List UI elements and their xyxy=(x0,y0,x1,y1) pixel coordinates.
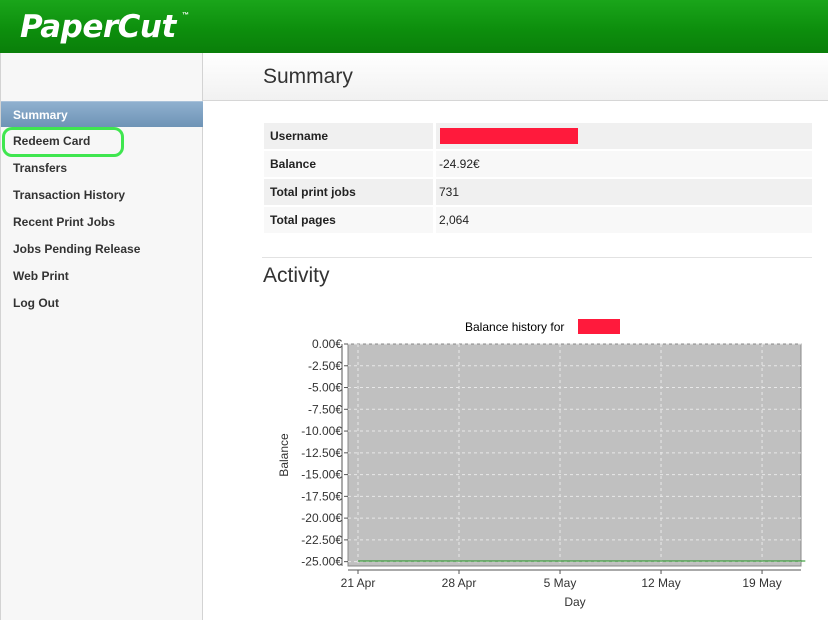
y-tick-label: -2.50€ xyxy=(308,359,342,373)
x-tick-label: 28 Apr xyxy=(442,576,477,590)
sidebar-item-log-out[interactable]: Log Out xyxy=(1,290,203,316)
redeem-card-highlight-annotation xyxy=(2,127,124,157)
y-tick-label: -7.50€ xyxy=(308,402,342,416)
x-tick-label: 19 May xyxy=(742,576,781,590)
x-tick-label: 21 Apr xyxy=(341,576,376,590)
sidebar-item-jobs-pending-release[interactable]: Jobs Pending Release xyxy=(1,236,203,262)
activity-heading: Activity xyxy=(263,264,330,287)
header-bar: PaperCut ™ xyxy=(0,0,828,53)
y-tick-label: -17.50€ xyxy=(301,489,342,503)
balance-history-chart: Balance history for 0.00€ -2.50€ -5.00€ -7.5… xyxy=(277,319,806,609)
trademark-mark: ™ xyxy=(182,12,189,19)
y-tick-label: -20.00€ xyxy=(301,511,342,525)
y-tick-label: -22.50€ xyxy=(301,533,342,547)
sidebar-item-web-print[interactable]: Web Print xyxy=(1,263,203,289)
y-tick-label: -5.00€ xyxy=(308,381,342,395)
sidebar-item-transfers[interactable]: Transfers xyxy=(1,155,203,181)
summary-value: 731 xyxy=(439,185,460,199)
y-tick-label: 0.00€ xyxy=(312,337,342,351)
papercut-logo: PaperCut xyxy=(20,9,176,45)
sidebar-item-transaction-history[interactable]: Transaction History xyxy=(1,182,203,208)
sidebar-item-recent-print-jobs[interactable]: Recent Print Jobs xyxy=(1,209,203,235)
summary-label: Balance xyxy=(270,157,317,171)
y-tick-label: -15.00€ xyxy=(301,468,342,482)
chart-title: Balance history for xyxy=(465,320,564,334)
summary-row-username: Username xyxy=(264,123,812,149)
summary-label: Total print jobs xyxy=(270,185,356,199)
summary-row-balance: Balance -24.92€ xyxy=(264,151,812,177)
summary-label: Username xyxy=(270,129,329,143)
x-tick-label: 5 May xyxy=(544,576,577,590)
summary-label: Total pages xyxy=(270,213,336,227)
x-tick-label: 12 May xyxy=(641,576,680,590)
summary-row-total-print-jobs: Total print jobs 731 xyxy=(264,179,812,205)
y-tick-label: -10.00€ xyxy=(301,424,342,438)
summary-value: 2,064 xyxy=(439,213,470,227)
section-divider xyxy=(262,257,812,258)
app-window: PaperCut ™ Summary Redeem Card Transfers… xyxy=(0,0,828,620)
y-tick-label: -25.00€ xyxy=(301,555,342,569)
plot-area xyxy=(347,343,802,567)
y-tick-label: -12.50€ xyxy=(301,446,342,460)
summary-row-total-pages: Total pages 2,064 xyxy=(264,207,812,233)
page-title-bar: Summary xyxy=(203,53,828,101)
y-axis-label: Balance xyxy=(277,433,291,477)
sidebar-item-summary[interactable]: Summary xyxy=(1,101,203,127)
page-title: Summary xyxy=(263,65,353,88)
summary-value: -24.92€ xyxy=(439,157,480,171)
x-axis-label: Day xyxy=(564,595,585,609)
username-redaction xyxy=(440,128,578,144)
title-redaction xyxy=(578,319,620,334)
